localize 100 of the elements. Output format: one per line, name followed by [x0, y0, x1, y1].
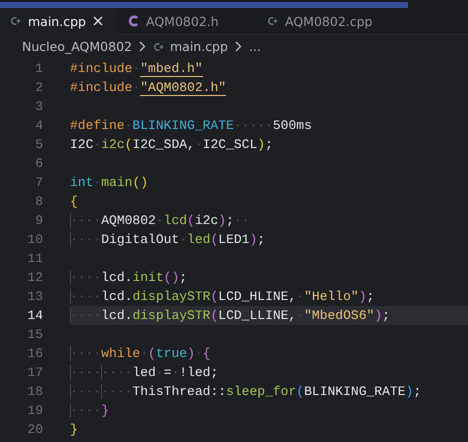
bracket-token: ( [187, 213, 195, 228]
line-number: 1 [34, 61, 43, 76]
line-number: 12 [26, 270, 43, 285]
whitespace-marker: · [171, 365, 180, 380]
code-token: ; [382, 308, 390, 323]
code-token: ; [265, 137, 273, 152]
header-file-icon [128, 15, 139, 27]
whitespace-marker: · [93, 137, 102, 152]
keyword-token: true [156, 346, 188, 361]
bracket-token: ( [210, 308, 218, 323]
bracket-token: ) [374, 308, 382, 323]
code-token: !led; [179, 365, 218, 380]
directive-token: #define [70, 118, 125, 133]
code-token: 500ms [272, 118, 312, 133]
code-token: ; [226, 213, 234, 228]
whitespace-marker: · [140, 346, 148, 361]
code-token: lcd. [101, 289, 132, 304]
chevron-icon [138, 41, 146, 52]
breadcrumb-item[interactable]: main.cpp [152, 39, 228, 54]
code-token: ; [413, 384, 422, 399]
breadcrumb-item[interactable]: Nucleo_AQM0802 [22, 39, 132, 54]
bracket-token: { [202, 346, 211, 361]
code-token: led [132, 365, 156, 380]
keyword-token: while [101, 346, 140, 361]
directive-token: #include [70, 80, 132, 95]
code-token: DigitalOut [101, 232, 180, 247]
function-token: led [187, 232, 210, 247]
string-token: "MbedOS6" [304, 308, 374, 323]
whitespace-marker: · [132, 61, 140, 76]
code-token: I2C_SDA, [132, 137, 195, 152]
line-number: 4 [34, 118, 43, 133]
close-icon[interactable] [92, 16, 103, 26]
keyword-token: int [70, 175, 94, 190]
line-number: 15 [26, 327, 43, 342]
editor-tab[interactable]: AQM0802.cpp [257, 8, 411, 35]
line-number: 7 [34, 175, 43, 190]
code-token: ThisThread:: [132, 384, 226, 399]
whitespace-marker: ·· [234, 213, 250, 228]
whitespace-marker: · [194, 346, 203, 361]
line-number: 5 [34, 137, 43, 152]
code-token: LCD_LLINE, [218, 308, 296, 323]
function-token: i2c [101, 137, 125, 152]
editor-tab[interactable]: AQM0802.h [118, 8, 257, 35]
line-number: 16 [26, 346, 43, 361]
code-token: LED1 [218, 232, 250, 247]
function-token: lcd [164, 213, 188, 228]
line-number: 20 [26, 422, 43, 437]
scrollbar-thumb[interactable] [0, 2, 408, 8]
whitespace-marker: ····· [234, 118, 273, 133]
whitespace-marker: · [93, 175, 102, 190]
whitespace-marker: · [156, 213, 164, 228]
whitespace-marker: · [296, 308, 304, 323]
code-token: lcd. [101, 270, 132, 285]
line-number: 18 [26, 384, 43, 399]
whitespace-marker: · [124, 118, 132, 133]
function-token: init [132, 270, 164, 285]
bracket-token: } [70, 422, 78, 437]
code-token: I2C_SCL [202, 137, 258, 152]
code-token: AQM0802 [101, 213, 156, 228]
line-number: 3 [34, 99, 43, 114]
include-path-link[interactable]: "mbed.h" [140, 60, 203, 76]
cpp-file-icon [10, 16, 21, 26]
line-number: 13 [26, 289, 43, 304]
bracket-token: } [101, 403, 110, 418]
bracket-token: () [164, 270, 180, 285]
function-token: displaySTR [132, 308, 210, 323]
cpp-file-icon [152, 42, 164, 52]
bracket-token: ( [124, 137, 132, 152]
line-number: 6 [34, 156, 43, 171]
function-token: displaySTR [132, 289, 210, 304]
function-token: main [101, 175, 132, 190]
whitespace-marker: · [194, 137, 203, 152]
line-number: 8 [34, 194, 43, 209]
line-number: 2 [34, 80, 43, 95]
line-number: 19 [26, 403, 43, 418]
code-token: BLINKING_RATE [304, 384, 406, 399]
bracket-token: ( [210, 289, 218, 304]
line-number: 9 [34, 213, 43, 228]
line-number: 10 [26, 232, 43, 247]
string-token: "Hello" [304, 289, 359, 304]
bracket-token: ( [296, 384, 304, 399]
line-number: 17 [26, 365, 43, 380]
bracket-token: ) [249, 232, 258, 247]
whitespace-marker: · [132, 80, 140, 95]
breadcrumb-item[interactable]: ... [248, 39, 261, 54]
bracket-token: { [70, 194, 78, 209]
code-token: ; [179, 270, 188, 285]
bracket-token: ) [358, 289, 367, 304]
function-token: sleep_for [226, 384, 296, 399]
line-number: 11 [26, 251, 43, 266]
bracket-token: ) [218, 213, 226, 228]
code-token: I2C [70, 137, 94, 152]
include-path-link[interactable]: "AQM0802.h" [140, 80, 226, 96]
code-token: LCD_HLINE, [218, 289, 296, 304]
code-token: i2c [194, 213, 218, 228]
bracket-token: ( [210, 232, 218, 247]
directive-token: #include [70, 61, 132, 76]
cpp-file-icon [267, 16, 278, 26]
chevron-icon [234, 41, 242, 52]
bracket-token: ) [257, 137, 266, 152]
